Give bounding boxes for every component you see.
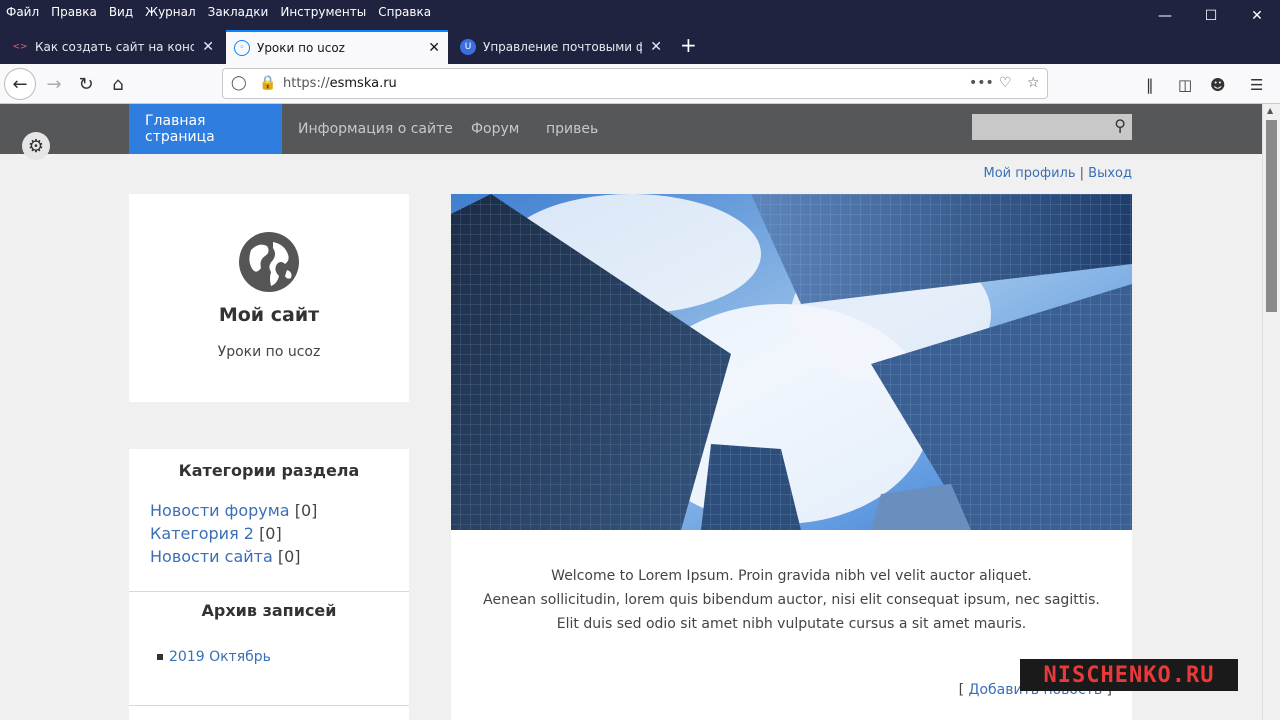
category-link[interactable]: Новости сайта: [150, 547, 273, 566]
home-icon[interactable]: ⌂: [102, 68, 134, 100]
shield-icon[interactable]: ◯: [231, 75, 247, 91]
menu-history[interactable]: Журнал: [145, 5, 196, 19]
bullet-icon: [157, 654, 163, 660]
close-tab-icon[interactable]: ✕: [428, 40, 440, 56]
category-count: [0]: [294, 501, 318, 520]
menu-list: Файл Правка Вид Журнал Закладки Инструме…: [6, 5, 431, 19]
link-separator: |: [1079, 166, 1085, 181]
site-info-card: Мой сайт Уроки по ucoz: [129, 194, 409, 402]
tab-2[interactable]: ◦ Уроки по ucoz ✕: [226, 30, 448, 64]
hamburger-menu-icon[interactable]: ☰: [1250, 76, 1263, 94]
gear-icon[interactable]: ⚙: [22, 132, 50, 160]
url-text[interactable]: https://esmska.ru: [283, 76, 397, 91]
tab-1[interactable]: <> Как создать сайт на конструкт ✕: [4, 32, 222, 62]
url-host: esmska.ru: [329, 76, 397, 91]
site-subtitle: Уроки по ucoz: [217, 344, 321, 360]
tab-3[interactable]: U Управление почтовыми фор ✕: [452, 32, 670, 62]
tab-title: Уроки по ucoz: [257, 41, 345, 55]
user-links: Мой профиль | Выход: [984, 166, 1133, 181]
hero-image: [451, 194, 1132, 530]
welcome-text: Welcome to Lorem Ipsum. Proin gravida ni…: [451, 564, 1132, 636]
browser-menubar: Файл Правка Вид Журнал Закладки Инструме…: [0, 0, 1280, 28]
globe-icon: [239, 232, 299, 292]
page-scrollbar[interactable]: ▲: [1262, 104, 1280, 720]
url-scheme: https://: [283, 76, 330, 91]
sidebar-icon[interactable]: ◫: [1178, 76, 1192, 94]
more-icon[interactable]: •••: [969, 75, 994, 91]
logout-link[interactable]: Выход: [1088, 166, 1132, 181]
close-tab-icon[interactable]: ✕: [202, 39, 214, 55]
tab-strip: <> Как создать сайт на конструкт ✕ ◦ Уро…: [0, 28, 1280, 64]
divider: [129, 705, 409, 706]
new-tab-icon[interactable]: +: [680, 35, 697, 55]
welcome-line: Aenean sollicitudin, lorem quis bibendum…: [483, 592, 1100, 608]
menu-tools[interactable]: Инструменты: [280, 5, 366, 19]
divider: [129, 591, 409, 592]
scroll-up-icon[interactable]: ▲: [1267, 106, 1273, 115]
watermark-logo: NISCHENKO.RU: [1020, 659, 1238, 691]
lock-icon[interactable]: 🔒: [259, 75, 276, 91]
welcome-line: Welcome to Lorem Ipsum. Proin gravida ni…: [551, 568, 1032, 584]
code-icon: <>: [12, 42, 28, 52]
archive-item[interactable]: 2019 Октябрь: [157, 649, 271, 665]
main-content-card: Welcome to Lorem Ipsum. Proin gravida ni…: [451, 194, 1132, 720]
category-count: [0]: [277, 547, 301, 566]
web-page: Главная страница Информация о сайте Фору…: [0, 104, 1262, 720]
tab-title: Как создать сайт на конструкт: [35, 40, 195, 54]
reload-icon[interactable]: ↻: [70, 68, 102, 100]
site-navbar: Главная страница Информация о сайте Фору…: [0, 104, 1262, 154]
ucoz-icon: U: [460, 39, 476, 55]
bracket-open: [: [958, 682, 965, 698]
bookmark-star-icon[interactable]: ☆: [1027, 75, 1040, 91]
nav-about[interactable]: Информация о сайте: [282, 104, 469, 154]
category-count: [0]: [259, 524, 282, 543]
list-item: Новости форума [0]: [150, 499, 317, 522]
list-item: Новости сайта [0]: [150, 545, 317, 568]
site-title: Мой сайт: [218, 304, 320, 326]
menu-file[interactable]: Файл: [6, 5, 39, 19]
welcome-line: Elit duis sed odio sit amet nibh vulputa…: [556, 616, 1027, 632]
archive-heading: Архив записей: [201, 601, 337, 620]
category-link[interactable]: Новости форума: [150, 501, 290, 520]
close-tab-icon[interactable]: ✕: [650, 39, 662, 55]
nav-forum[interactable]: Форум: [455, 104, 535, 154]
library-icon[interactable]: ‖: [1146, 76, 1154, 94]
tab-title: Управление почтовыми фор: [483, 40, 643, 54]
profile-link[interactable]: Мой профиль: [984, 166, 1076, 181]
pocket-icon[interactable]: ♡: [999, 75, 1012, 91]
scrollbar-thumb[interactable]: [1266, 120, 1277, 312]
categories-heading: Категории раздела: [178, 461, 360, 480]
category-list: Новости форума [0] Категория 2 [0] Новос…: [150, 499, 317, 568]
browser-toolbar: ← → ↻ ⌂ ◯ 🔒 https://esmska.ru ••• ♡ ☆ ‖ …: [0, 64, 1280, 104]
sidebar-card: Категории раздела Новости форума [0] Кат…: [129, 449, 409, 720]
list-item: Категория 2 [0]: [150, 522, 317, 545]
menu-help[interactable]: Справка: [378, 5, 431, 19]
category-link[interactable]: Категория 2: [150, 524, 254, 543]
back-icon[interactable]: ←: [4, 68, 36, 100]
menu-view[interactable]: Вид: [109, 5, 133, 19]
forward-icon[interactable]: →: [38, 68, 70, 100]
archive-link[interactable]: 2019 Октябрь: [169, 649, 271, 665]
address-bar[interactable]: ◯ 🔒 https://esmska.ru ••• ♡ ☆: [222, 68, 1048, 99]
menu-edit[interactable]: Правка: [51, 5, 97, 19]
search-icon[interactable]: ⚲: [1114, 116, 1126, 135]
site-search-input[interactable]: ⚲: [972, 114, 1132, 140]
nav-hello[interactable]: привеь: [530, 104, 614, 154]
site-favicon-icon: ◦: [234, 40, 250, 56]
nav-home[interactable]: Главная страница: [129, 104, 282, 154]
account-icon[interactable]: ☻: [1210, 76, 1226, 94]
menu-bookmarks[interactable]: Закладки: [208, 5, 269, 19]
